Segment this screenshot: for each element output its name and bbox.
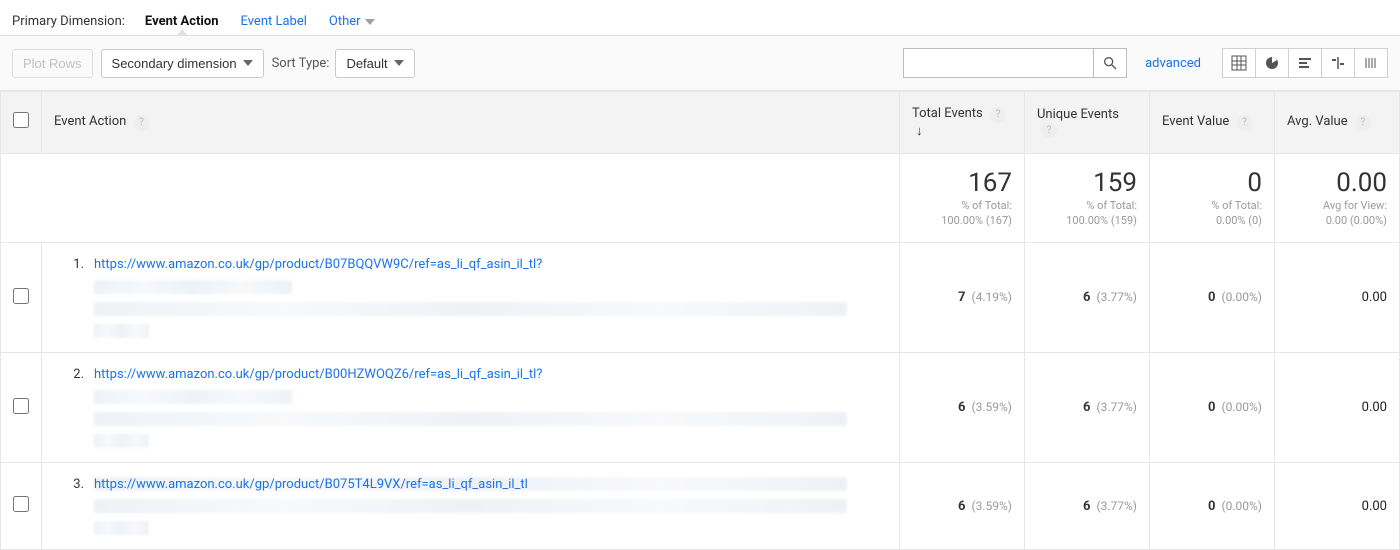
summary-total-events: 167 <box>912 168 1012 198</box>
search-wrap <box>903 48 1127 78</box>
events-table: Event Action ? Total Events ? ↓ Unique E… <box>0 91 1400 550</box>
pivot-icon <box>1363 55 1379 71</box>
view-bars-button[interactable] <box>1288 48 1322 78</box>
col-avg-value-label: Avg. Value <box>1287 114 1348 129</box>
select-all-checkbox[interactable] <box>13 112 29 128</box>
chevron-down-icon <box>365 19 375 25</box>
table-toolbar: Plot Rows Secondary dimension Sort Type:… <box>0 36 1400 91</box>
table-row: 3. https://www.amazon.co.uk/gp/product/B… <box>1 463 1400 550</box>
comparison-icon <box>1330 55 1346 71</box>
redacted-text <box>94 521 149 535</box>
col-select-all <box>1 92 42 154</box>
table-grid-icon <box>1231 55 1247 71</box>
redacted-text <box>94 412 847 426</box>
primary-dimension-label: Primary Dimension: <box>12 14 125 29</box>
redacted-text <box>94 434 149 448</box>
tab-other-label: Other <box>329 14 361 29</box>
col-avg-value[interactable]: Avg. Value ? <box>1275 92 1400 154</box>
col-event-value-label: Event Value <box>1162 114 1229 129</box>
sort-desc-icon: ↓ <box>916 124 923 139</box>
search-icon <box>1102 55 1118 71</box>
col-event-action-label: Event Action <box>54 114 126 129</box>
sort-type-dropdown[interactable]: Default <box>335 49 414 78</box>
sort-type-label: Sort Type: <box>272 56 330 71</box>
performance-bars-icon <box>1297 55 1313 71</box>
view-table-button[interactable] <box>1222 48 1256 78</box>
summary-row: 167 % of Total: 100.00% (167) 159 % of T… <box>1 153 1400 243</box>
redacted-text <box>94 499 847 513</box>
col-event-value[interactable]: Event Value ? <box>1150 92 1275 154</box>
tab-other[interactable]: Other <box>327 8 377 35</box>
row-checkbox[interactable] <box>13 398 29 414</box>
search-button[interactable] <box>1093 48 1127 78</box>
tab-event-label[interactable]: Event Label <box>238 8 308 35</box>
event-action-link[interactable]: https://www.amazon.co.uk/gp/product/B00H… <box>94 367 542 382</box>
chevron-down-icon <box>243 60 253 66</box>
chevron-down-icon <box>394 60 404 66</box>
summary-event-value: 0 <box>1162 168 1262 198</box>
summary-avg-value: 0.00 <box>1287 168 1387 198</box>
redacted-text <box>94 280 292 294</box>
redacted-text <box>94 324 149 338</box>
help-icon[interactable]: ? <box>1041 122 1057 138</box>
primary-dimension-tabs: Primary Dimension: Event Action Event La… <box>0 0 1400 36</box>
help-icon[interactable]: ? <box>1355 115 1371 131</box>
row-number: 1. <box>54 257 84 338</box>
view-pie-button[interactable] <box>1255 48 1289 78</box>
plot-rows-button: Plot Rows <box>12 49 93 78</box>
view-pivot-button[interactable] <box>1354 48 1388 78</box>
secondary-dimension-label: Secondary dimension <box>112 56 237 71</box>
view-selector <box>1223 48 1388 78</box>
event-action-link[interactable]: https://www.amazon.co.uk/gp/product/B07B… <box>94 257 542 272</box>
col-unique-events-label: Unique Events <box>1037 107 1119 122</box>
help-icon[interactable]: ? <box>134 115 150 131</box>
sort-type-value: Default <box>346 56 387 71</box>
row-checkbox[interactable] <box>13 496 29 512</box>
col-unique-events[interactable]: Unique Events ? <box>1025 92 1150 154</box>
row-checkbox[interactable] <box>13 288 29 304</box>
col-event-action[interactable]: Event Action ? <box>42 92 900 154</box>
redacted-text <box>94 390 292 404</box>
table-row: 2. https://www.amazon.co.uk/gp/product/B… <box>1 353 1400 463</box>
help-icon[interactable]: ? <box>1237 115 1253 131</box>
search-input[interactable] <box>903 48 1093 78</box>
row-number: 2. <box>54 367 84 448</box>
pie-chart-icon <box>1264 55 1280 71</box>
view-comparison-button[interactable] <box>1321 48 1355 78</box>
help-icon[interactable]: ? <box>990 107 1006 123</box>
col-total-events-label: Total Events <box>912 106 983 121</box>
row-number: 3. <box>54 477 84 535</box>
redacted-text <box>94 302 847 316</box>
col-total-events[interactable]: Total Events ? ↓ <box>900 92 1025 154</box>
advanced-link[interactable]: advanced <box>1145 56 1201 71</box>
summary-unique-events: 159 <box>1037 168 1137 198</box>
tab-event-action[interactable]: Event Action <box>143 8 221 35</box>
event-action-link[interactable]: https://www.amazon.co.uk/gp/product/B075… <box>94 477 528 492</box>
table-row: 1. https://www.amazon.co.uk/gp/product/B… <box>1 243 1400 353</box>
secondary-dimension-dropdown[interactable]: Secondary dimension <box>101 49 264 78</box>
